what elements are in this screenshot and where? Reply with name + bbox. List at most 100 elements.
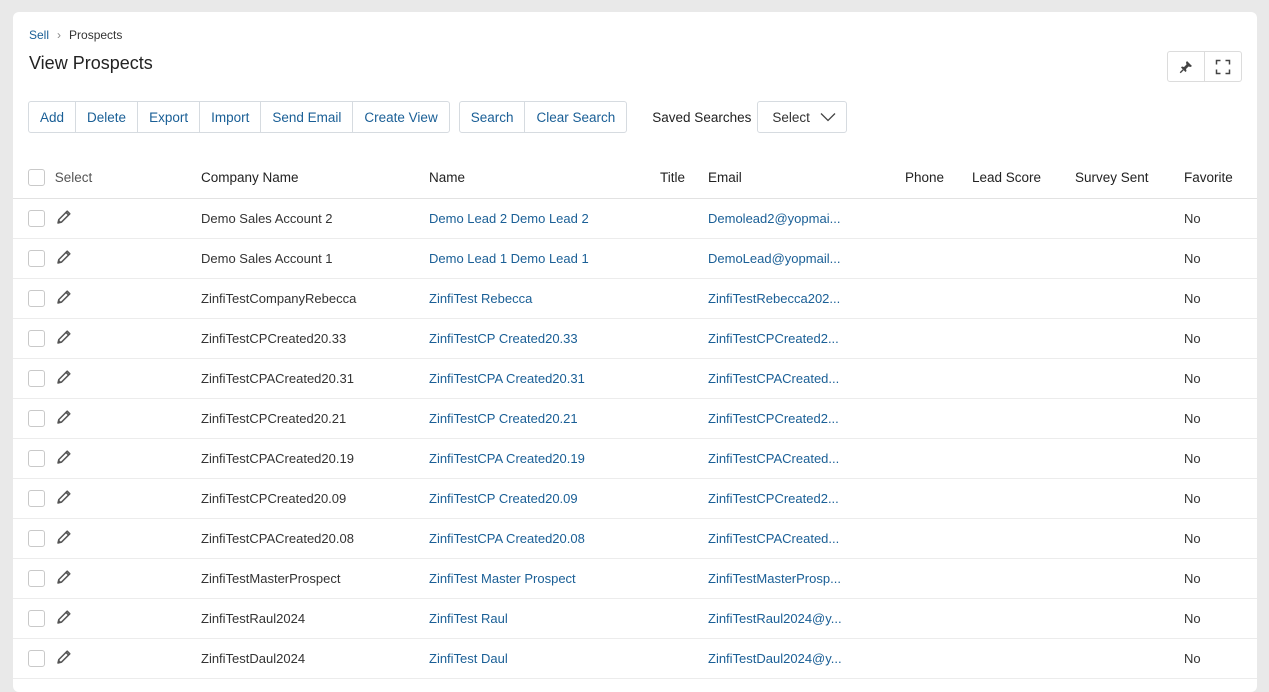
table-row[interactable]: Demo Sales Account 1 Demo Lead 1 Demo Lea…: [13, 238, 1257, 279]
prospect-name-link[interactable]: ZinfiTestCP Created20.33: [429, 331, 578, 346]
title-cell: [660, 438, 708, 479]
prospect-name-link[interactable]: ZinfiTestCPA Created20.08: [429, 531, 585, 546]
table-row[interactable]: ZinfiTestMasterProspect ZinfiTest Master …: [13, 558, 1257, 599]
email-link[interactable]: ZinfiTestCPCreated2...: [708, 331, 839, 346]
pencil-icon[interactable]: [55, 248, 73, 269]
row-checkbox[interactable]: [28, 450, 45, 467]
pencil-icon[interactable]: [55, 488, 73, 509]
name-cell: ZinfiTestCP Created20.33: [429, 318, 660, 359]
prospect-name-link[interactable]: ZinfiTestCP Created20.09: [429, 491, 578, 506]
prospect-name-link[interactable]: Demo Lead 2 Demo Lead 2: [429, 211, 589, 226]
row-checkbox[interactable]: [28, 610, 45, 627]
table-row[interactable]: ZinfiTestCPACreated20.19 ZinfiTestCPA Cre…: [13, 438, 1257, 479]
select-all-checkbox[interactable]: [28, 169, 45, 186]
breadcrumb-sell-link[interactable]: Sell: [29, 28, 49, 42]
column-lead-score[interactable]: Lead Score: [972, 157, 1075, 199]
pencil-icon[interactable]: [55, 208, 73, 229]
pencil-icon[interactable]: [55, 448, 73, 469]
email-link[interactable]: ZinfiTestDaul2024@y...: [708, 651, 842, 666]
title-cell: [660, 558, 708, 599]
column-email[interactable]: Email: [708, 157, 905, 199]
saved-searches-select[interactable]: Select: [757, 101, 847, 133]
row-checkbox[interactable]: [28, 210, 45, 227]
pencil-icon[interactable]: [55, 288, 73, 309]
email-link[interactable]: ZinfiTestCPACreated...: [708, 531, 839, 546]
send-email-button[interactable]: Send Email: [260, 102, 352, 132]
row-checkbox[interactable]: [28, 570, 45, 587]
saved-searches-label: Saved Searches: [652, 109, 752, 125]
email-cell: DemoLead@yopmail...: [708, 238, 905, 279]
pencil-icon[interactable]: [55, 408, 73, 429]
prospect-name-link[interactable]: ZinfiTestCPA Created20.31: [429, 371, 585, 386]
company-name-cell: ZinfiTestCPCreated20.21: [201, 398, 429, 439]
breadcrumb-current: Prospects: [69, 28, 123, 42]
column-favorite[interactable]: Favorite: [1184, 157, 1257, 199]
pencil-icon[interactable]: [55, 608, 73, 629]
table-row[interactable]: ZinfiTestCPCreated20.33 ZinfiTestCP Creat…: [13, 318, 1257, 359]
pencil-icon[interactable]: [55, 648, 73, 669]
column-phone[interactable]: Phone: [905, 157, 972, 199]
add-button[interactable]: Add: [29, 102, 75, 132]
email-link[interactable]: Demolead2@yopmai...: [708, 211, 840, 226]
prospect-name-link[interactable]: Demo Lead 1 Demo Lead 1: [429, 251, 589, 266]
prospect-name-link[interactable]: ZinfiTestCPA Created20.19: [429, 451, 585, 466]
table-row[interactable]: ZinfiTestRaul2024 ZinfiTest Raul ZinfiTest…: [13, 598, 1257, 639]
import-button[interactable]: Import: [199, 102, 260, 132]
clear-search-button[interactable]: Clear Search: [524, 102, 626, 132]
table-row[interactable]: Demo Sales Account 2 Demo Lead 2 Demo Lea…: [13, 198, 1257, 239]
email-link[interactable]: ZinfiTestMasterProsp...: [708, 571, 841, 586]
email-link[interactable]: ZinfiTestRaul2024@y...: [708, 611, 842, 626]
table-row[interactable]: ZinfiTestCompanyRebecca ZinfiTest Rebecca…: [13, 278, 1257, 319]
prospect-name-link[interactable]: ZinfiTest Master Prospect: [429, 571, 576, 586]
favorite-cell: No: [1184, 238, 1257, 279]
column-company-name[interactable]: Company Name: [201, 157, 429, 199]
column-survey-sent[interactable]: Survey Sent: [1075, 157, 1184, 199]
email-link[interactable]: ZinfiTestCPCreated2...: [708, 491, 839, 506]
prospect-name-link[interactable]: ZinfiTest Rebecca: [429, 291, 532, 306]
email-link[interactable]: DemoLead@yopmail...: [708, 251, 840, 266]
row-checkbox[interactable]: [28, 410, 45, 427]
delete-button[interactable]: Delete: [75, 102, 137, 132]
email-link[interactable]: ZinfiTestCPCreated2...: [708, 411, 839, 426]
table-row[interactable]: ZinfiTestCPCreated20.21 ZinfiTestCP Creat…: [13, 398, 1257, 439]
row-checkbox[interactable]: [28, 530, 45, 547]
phone-cell: [905, 398, 972, 439]
row-checkbox[interactable]: [28, 370, 45, 387]
export-button[interactable]: Export: [137, 102, 199, 132]
search-button[interactable]: Search: [460, 102, 525, 132]
prospect-name-link[interactable]: ZinfiTest Raul: [429, 611, 508, 626]
pin-button[interactable]: [1168, 52, 1204, 81]
lead-score-cell: [972, 398, 1075, 439]
email-link[interactable]: ZinfiTestCPACreated...: [708, 371, 839, 386]
pencil-icon[interactable]: [55, 528, 73, 549]
row-select-cell: [13, 318, 201, 359]
row-checkbox[interactable]: [28, 490, 45, 507]
table-row[interactable]: ZinfiTestDaul2024 ZinfiTest Daul ZinfiTest…: [13, 638, 1257, 679]
email-link[interactable]: ZinfiTestRebecca202...: [708, 291, 840, 306]
pencil-icon[interactable]: [55, 328, 73, 349]
column-name[interactable]: Name: [429, 157, 660, 199]
table-row[interactable]: ZinfiTestCPCreated20.09 ZinfiTestCP Creat…: [13, 478, 1257, 519]
pencil-icon[interactable]: [55, 368, 73, 389]
prospect-name-link[interactable]: ZinfiTest Daul: [429, 651, 508, 666]
table-row[interactable]: ZinfiTestCPACreated20.08 ZinfiTestCPA Cre…: [13, 518, 1257, 559]
pencil-icon[interactable]: [55, 568, 73, 589]
column-title[interactable]: Title: [660, 157, 708, 199]
favorite-cell: No: [1184, 558, 1257, 599]
title-cell: [660, 518, 708, 559]
prospect-name-link[interactable]: ZinfiTestCP Created20.21: [429, 411, 578, 426]
row-select-cell: [13, 558, 201, 599]
row-checkbox[interactable]: [28, 250, 45, 267]
row-checkbox[interactable]: [28, 330, 45, 347]
email-cell: ZinfiTestMasterProsp...: [708, 558, 905, 599]
fullscreen-button[interactable]: [1204, 52, 1241, 81]
phone-cell: [905, 638, 972, 679]
row-checkbox[interactable]: [28, 650, 45, 667]
create-view-button[interactable]: Create View: [352, 102, 448, 132]
email-cell: ZinfiTestDaul2024@y...: [708, 638, 905, 679]
email-link[interactable]: ZinfiTestCPACreated...: [708, 451, 839, 466]
table-row[interactable]: ZinfiTestCPACreated20.31 ZinfiTestCPA Cre…: [13, 358, 1257, 399]
row-checkbox[interactable]: [28, 290, 45, 307]
survey-sent-cell: [1075, 558, 1184, 599]
row-select-cell: [13, 518, 201, 559]
